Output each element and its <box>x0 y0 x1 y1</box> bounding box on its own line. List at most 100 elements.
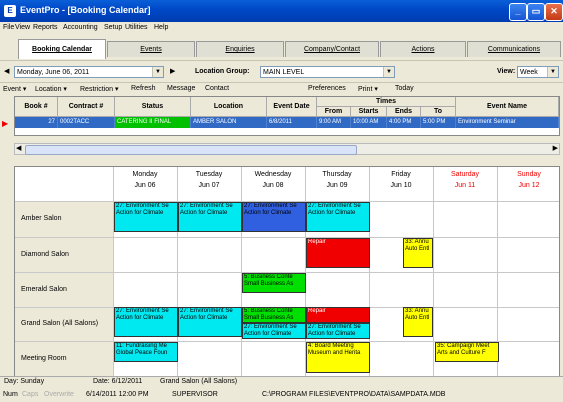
cell-contract: 0002TACC <box>58 117 115 128</box>
event-block[interactable]: 27: Environment Se Action for Climate <box>114 307 178 337</box>
event-block[interactable]: 5: Business Conte Small Business As <box>242 273 306 293</box>
row-indicator-icon: ▶ <box>2 119 9 128</box>
event-block[interactable]: 27: Environment Se Action for Climate <box>178 307 242 337</box>
day-header-wednesday[interactable]: Wednesday Jun 08 <box>241 169 305 191</box>
col-times-group: Times <box>317 97 456 107</box>
col-event-date[interactable]: Event Date <box>267 97 317 117</box>
status-day: Day: Sunday <box>4 378 45 385</box>
menu-reports[interactable]: Reports <box>33 24 58 31</box>
menu-setup[interactable]: Setup <box>104 24 122 31</box>
refresh-button[interactable]: Refresh <box>131 85 156 92</box>
tab-company-contact[interactable]: Company/Contact <box>285 41 379 57</box>
filter-bar: ◀ Monday, June 06, 2011 ▼ ▶ Location Gro… <box>0 60 563 83</box>
chevron-down-icon[interactable]: ▼ <box>383 67 394 77</box>
title-bar: E EventPro - [Booking Calendar] _ ▭ ✕ <box>0 0 563 22</box>
event-block-selected[interactable]: 27: Environment Se Action for Climate <box>242 202 306 232</box>
scroll-left-icon[interactable]: ◀ <box>16 144 21 152</box>
chevron-down-icon[interactable]: ▼ <box>547 67 558 77</box>
tab-enquiries[interactable]: Enquiries <box>196 41 284 57</box>
room-meeting-room[interactable]: Meeting Room <box>15 341 113 376</box>
day-header-saturday[interactable]: Saturday Jun 11 <box>433 169 497 191</box>
col-from[interactable]: From <box>317 107 351 117</box>
overwrite-indicator: Overwrite <box>44 391 74 398</box>
menu-view[interactable]: View <box>15 24 30 31</box>
grid-horizontal-scrollbar[interactable]: ◀ ▶ <box>14 143 560 155</box>
chevron-down-icon[interactable]: ▼ <box>152 67 163 77</box>
status-bar: Num Caps Overwrite 6/14/2011 12:00 PM SU… <box>0 389 563 402</box>
col-book[interactable]: Book # <box>15 97 58 117</box>
cell-event-name: Environment Seminar <box>456 117 559 128</box>
col-event-name[interactable]: Event Name <box>456 97 559 117</box>
cell-event-date: 6/8/2011 <box>267 117 317 128</box>
event-block[interactable]: 5: Business Conte Small Business As <box>242 307 306 323</box>
col-status[interactable]: Status <box>115 97 191 117</box>
day-header-sunday[interactable]: Sunday Jun 12 <box>497 169 561 191</box>
menu-file[interactable]: File <box>3 24 14 31</box>
status-date: Date: 6/12/2011 <box>93 378 143 385</box>
next-week-button[interactable]: ▶ <box>170 67 175 75</box>
event-block[interactable]: 27: Environment Se Action for Climate <box>114 202 178 232</box>
tab-booking-calendar[interactable]: Booking Calendar <box>18 39 106 59</box>
room-grand-salon[interactable]: Grand Salon (All Salons) <box>15 307 113 341</box>
event-block[interactable]: 27: Environment Se Action for Climate <box>306 323 370 339</box>
room-diamond-salon[interactable]: Diamond Salon <box>15 237 113 272</box>
preferences-button[interactable]: Preferences <box>308 85 346 92</box>
scroll-right-icon[interactable]: ▶ <box>553 144 558 152</box>
day-header-friday[interactable]: Friday Jun 10 <box>369 169 433 191</box>
col-ends[interactable]: Ends <box>387 107 421 117</box>
minimize-button[interactable]: _ <box>509 3 527 21</box>
cell-ends: 4:00 PM <box>387 117 421 128</box>
menu-accounting[interactable]: Accounting <box>63 24 98 31</box>
print-menu-button[interactable]: Print ▾ <box>358 85 378 93</box>
day-header-thursday[interactable]: Thursday Jun 09 <box>305 169 369 191</box>
event-block-repair[interactable]: Repair <box>306 307 370 323</box>
close-button[interactable]: ✕ <box>545 3 563 21</box>
event-block[interactable]: 33: Annu Auto Entl <box>403 307 433 337</box>
col-to[interactable]: To <box>421 107 456 117</box>
event-block[interactable]: 11: Fundraising Me Global Peace Foun <box>114 342 178 362</box>
menu-help[interactable]: Help <box>154 24 168 31</box>
restriction-menu-button[interactable]: Restriction ▾ <box>80 85 119 93</box>
location-group-value: MAIN LEVEL <box>263 69 305 76</box>
event-block[interactable]: 27: Environment Se Action for Climate <box>242 323 306 339</box>
location-group-select[interactable]: MAIN LEVEL ▼ <box>260 66 395 78</box>
status-user: SUPERVISOR <box>172 391 218 398</box>
location-menu-button[interactable]: Location ▾ <box>35 85 67 93</box>
calendar-status: Day: Sunday Date: 6/12/2011 Grand Salon … <box>0 376 563 388</box>
day-header-monday[interactable]: Monday Jun 06 <box>113 169 177 191</box>
event-menu-button[interactable]: Event ▾ <box>3 85 26 93</box>
col-location[interactable]: Location <box>191 97 267 117</box>
status-database-path: C:\PROGRAM FILES\EVENTPRO\DATA\SAMPDATA.… <box>262 391 446 398</box>
event-block[interactable]: 27: Environment Se Action for Climate <box>178 202 242 232</box>
contact-button[interactable]: Contact <box>205 85 229 92</box>
event-block[interactable]: 27: Environment Se Action for Climate <box>306 202 370 232</box>
tab-actions[interactable]: Actions <box>380 41 466 57</box>
scrollbar-thumb[interactable] <box>25 145 357 155</box>
status-datetime: 6/14/2011 12:00 PM <box>86 391 149 398</box>
room-amber-salon[interactable]: Amber Salon <box>15 201 113 237</box>
event-block-repair[interactable]: Repair <box>306 238 370 268</box>
event-block[interactable]: 4: Board Meeting Museum and Herita <box>306 342 370 373</box>
date-picker[interactable]: Monday, June 06, 2011 ▼ <box>14 66 164 78</box>
tab-communications[interactable]: Communications <box>467 41 561 57</box>
maximize-button[interactable]: ▭ <box>527 3 545 21</box>
room-emerald-salon[interactable]: Emerald Salon <box>15 272 113 307</box>
bookings-grid: Book # Contract # Status Location Event … <box>14 96 560 136</box>
col-starts[interactable]: Starts <box>351 107 387 117</box>
day-header-tuesday[interactable]: Tuesday Jun 07 <box>177 169 241 191</box>
col-contract[interactable]: Contract # <box>58 97 115 117</box>
date-picker-value: Monday, June 06, 2011 <box>17 69 90 76</box>
message-button[interactable]: Message <box>167 85 195 92</box>
view-label: View: <box>497 68 516 75</box>
event-block[interactable]: 33: Annu Auto Entl <box>403 238 433 268</box>
cell-status: CATERING II FINAL <box>115 117 191 128</box>
tab-events[interactable]: Events <box>107 41 195 57</box>
view-select[interactable]: Week ▼ <box>517 66 559 78</box>
previous-week-button[interactable]: ◀ <box>4 67 9 75</box>
menu-utilities[interactable]: Utilities <box>125 24 148 31</box>
location-group-label: Location Group: <box>195 68 250 75</box>
view-value: Week <box>520 69 538 76</box>
event-block[interactable]: 35: Campaign Meet Arts and Culture F <box>435 342 499 362</box>
today-button[interactable]: Today <box>395 85 414 92</box>
menu-bar: File View Reports Accounting Setup Utili… <box>0 22 563 36</box>
